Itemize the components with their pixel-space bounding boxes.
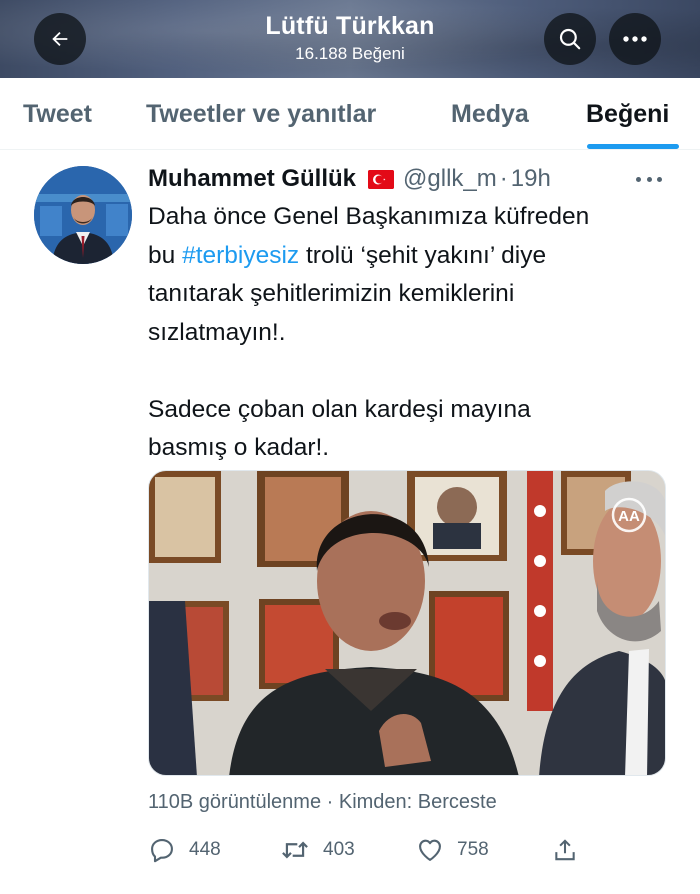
- search-button[interactable]: [544, 13, 596, 65]
- tweet-text-line: Daha önce Genel Başkanımıza küfreden: [148, 203, 590, 230]
- more-dot-icon: [646, 176, 652, 182]
- likes-count-subtitle: 16.188 Beğeni: [295, 44, 405, 63]
- tab-tweets-and-replies[interactable]: Tweetler ve yanıtlar: [146, 78, 376, 150]
- separator-dot: ·: [499, 165, 508, 192]
- tweet-text-line: sızlatmayın!.: [148, 318, 286, 346]
- tweet-text-line: basmış o kadar!.: [148, 434, 330, 461]
- tweet-views-source: 110B görüntülenme · Kimden: Berceste: [148, 791, 497, 813]
- author-handle[interactable]: @gllk_m: [403, 165, 497, 193]
- like-count: 758: [457, 839, 489, 860]
- search-icon: [559, 28, 581, 50]
- tweet-text: Daha önce Genel Başkanımıza küfreden bu …: [148, 198, 668, 468]
- tweet-author-line: Muhammet Güllük @gllk_m · 19h: [148, 164, 551, 194]
- tweet-actions: 448 403 758: [148, 832, 668, 868]
- profile-header: Lütfü Türkkan 16.188 Beğeni: [0, 0, 700, 78]
- share-button[interactable]: [552, 832, 578, 868]
- tweet-timestamp[interactable]: 19h: [511, 165, 551, 193]
- tweet-text-line: bu #terbiyesiz trolü ‘şehit yakını’ diye: [148, 241, 547, 269]
- more-horizontal-icon: [623, 36, 647, 42]
- author-name[interactable]: Muhammet Güllük: [148, 165, 356, 193]
- active-tab-indicator: [587, 144, 679, 149]
- tweet-text-line: Sadece çoban olan kardeşi mayına: [148, 395, 531, 423]
- media-photo: AA: [149, 471, 665, 775]
- tweet-media-image[interactable]: AA: [148, 470, 666, 776]
- reply-icon: [151, 839, 173, 863]
- retweet-button[interactable]: 403: [280, 832, 355, 868]
- retweet-count: 403: [323, 839, 355, 860]
- hashtag-link[interactable]: #terbiyesiz: [182, 242, 299, 269]
- like-button[interactable]: 758: [416, 832, 489, 868]
- reply-button[interactable]: 448: [148, 832, 221, 868]
- tweet-more-button[interactable]: [636, 168, 662, 190]
- turkey-flag-icon: [368, 169, 395, 189]
- tweet-text-line: tanıtarak şehitlerimizin kemiklerini: [148, 280, 515, 307]
- profile-tabs: Tweet Tweetler ve yanıtlar Medya Beğeni: [0, 78, 700, 150]
- more-dot-icon: [657, 176, 662, 182]
- more-button[interactable]: [609, 13, 661, 65]
- share-icon: [555, 839, 575, 861]
- reply-count: 448: [189, 839, 221, 860]
- retweet-icon: [282, 841, 308, 859]
- avatar[interactable]: [34, 166, 132, 264]
- media-watermark: AA: [618, 508, 640, 525]
- tab-media[interactable]: Medya: [451, 78, 529, 150]
- tab-tweet[interactable]: Tweet: [23, 78, 92, 150]
- heart-icon: [419, 839, 441, 861]
- tab-likes[interactable]: Beğeni: [586, 78, 669, 150]
- more-dot-icon: [636, 176, 641, 182]
- avatar-photo: [34, 166, 132, 264]
